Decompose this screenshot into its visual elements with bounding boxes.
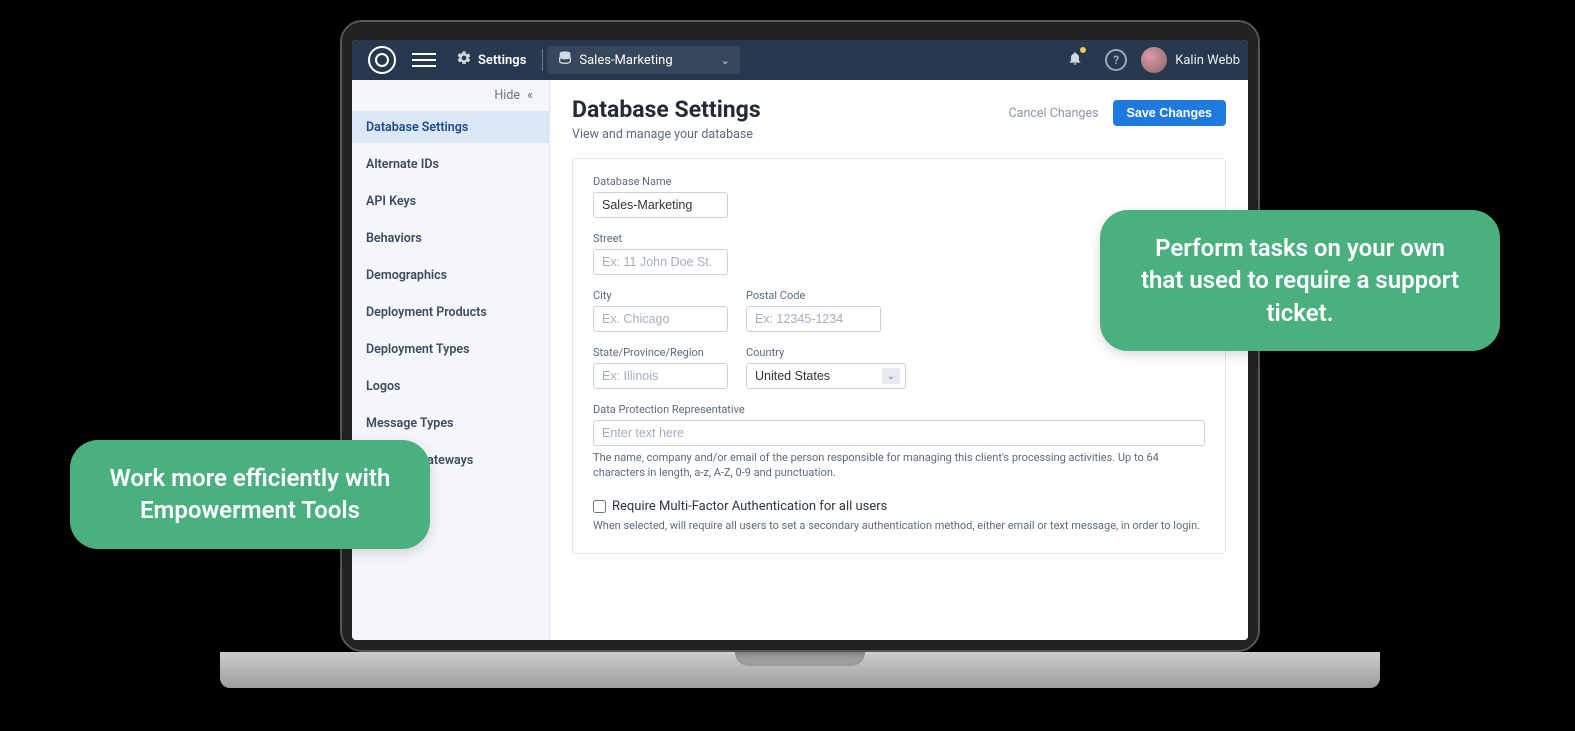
app-logo-icon[interactable] [368, 46, 396, 74]
sidebar-item-api-keys[interactable]: API Keys [352, 186, 549, 217]
top-header: Settings Sales-Marketing ⌄ ? Kalin Webb [352, 40, 1248, 80]
hide-label: Hide [494, 88, 520, 103]
callout-left: Work more efficiently with Empowerment T… [70, 440, 430, 549]
sidebar: Hide « Database Settings Alternate IDs A… [352, 80, 550, 640]
help-icon[interactable]: ? [1105, 49, 1127, 71]
sidebar-item-message-types[interactable]: Message Types [352, 408, 549, 439]
country-select[interactable] [746, 363, 906, 389]
menu-icon[interactable] [412, 49, 436, 71]
laptop-notch [735, 652, 865, 666]
mfa-help-text: When selected, will require all users to… [593, 518, 1205, 533]
state-input[interactable] [593, 363, 728, 389]
dpr-label: Data Protection Representative [593, 403, 1205, 416]
page-subtitle: View and manage your database [572, 127, 1009, 142]
street-input[interactable] [593, 249, 728, 275]
state-label: State/Province/Region [593, 346, 728, 359]
sidebar-item-database-settings[interactable]: Database Settings [352, 112, 549, 143]
postal-code-input[interactable] [746, 306, 881, 332]
city-label: City [593, 289, 728, 302]
app-body: Hide « Database Settings Alternate IDs A… [352, 80, 1248, 640]
dpr-help-text: The name, company and/or email of the pe… [593, 450, 1205, 481]
notification-dot [1080, 47, 1086, 53]
sidebar-item-logos[interactable]: Logos [352, 371, 549, 402]
database-name-input[interactable] [593, 192, 728, 218]
chevron-left-icon: « [527, 88, 533, 103]
sidebar-item-demographics[interactable]: Demographics [352, 260, 549, 291]
settings-label: Settings [478, 53, 526, 68]
gear-icon[interactable] [456, 50, 472, 70]
user-name: Kalin Webb [1175, 53, 1240, 68]
laptop-base [220, 652, 1380, 688]
callout-right: Perform tasks on your own that used to r… [1100, 210, 1500, 351]
header-divider [542, 49, 543, 71]
user-avatar[interactable] [1141, 47, 1167, 73]
laptop-frame: Settings Sales-Marketing ⌄ ? Kalin Webb [340, 20, 1260, 688]
database-switcher[interactable]: Sales-Marketing ⌄ [547, 46, 739, 74]
database-name: Sales-Marketing [579, 53, 672, 68]
mfa-label: Require Multi-Factor Authentication for … [612, 499, 887, 514]
postal-code-label: Postal Code [746, 289, 881, 302]
dpr-input[interactable] [593, 420, 1205, 446]
page-header: Database Settings View and manage your d… [572, 96, 1226, 142]
city-input[interactable] [593, 306, 728, 332]
database-name-label: Database Name [593, 175, 1205, 188]
sidebar-item-deployment-types[interactable]: Deployment Types [352, 334, 549, 365]
main-content: Database Settings View and manage your d… [550, 80, 1248, 640]
cancel-changes-link[interactable]: Cancel Changes [1009, 106, 1099, 121]
notification-bell-icon[interactable] [1067, 50, 1083, 70]
page-title: Database Settings [572, 96, 1009, 123]
sidebar-item-deployment-products[interactable]: Deployment Products [352, 297, 549, 328]
hide-sidebar-button[interactable]: Hide « [352, 80, 549, 112]
save-changes-button[interactable]: Save Changes [1113, 100, 1226, 126]
mfa-checkbox[interactable] [593, 500, 606, 513]
chevron-down-icon: ⌄ [721, 54, 730, 67]
country-label: Country [746, 346, 906, 359]
sidebar-item-alternate-ids[interactable]: Alternate IDs [352, 149, 549, 180]
database-icon [557, 50, 571, 70]
sidebar-item-behaviors[interactable]: Behaviors [352, 223, 549, 254]
